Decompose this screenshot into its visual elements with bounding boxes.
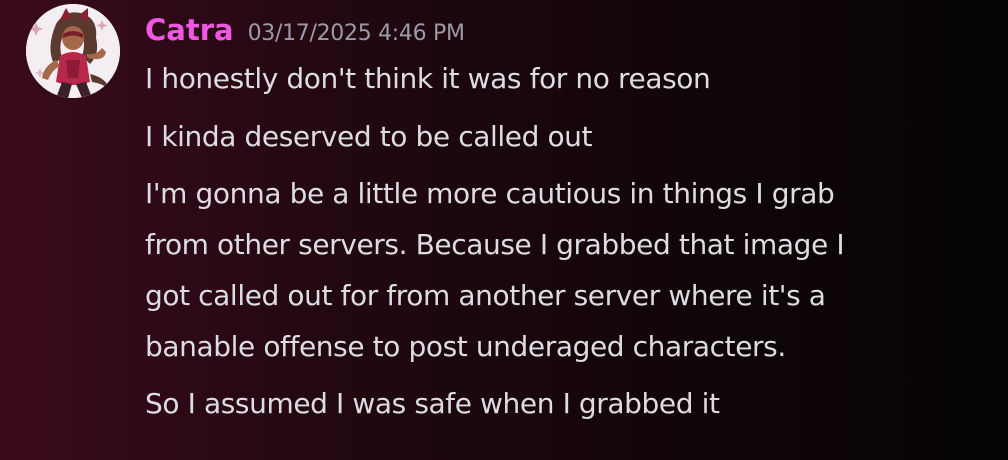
message-header: Catra 03/17/2025 4:46 PM (145, 10, 465, 50)
message-line: banable offense to post underaged charac… (145, 330, 786, 363)
message-line: So I assumed I was safe when I grabbed i… (145, 387, 720, 420)
avatar-illustration (26, 4, 120, 98)
message-timestamp: 03/17/2025 4:46 PM (247, 21, 465, 46)
message-line: I honestly don't think it was for no rea… (145, 62, 711, 95)
message-line: I kinda deserved to be called out (145, 120, 593, 153)
chat-message: Catra 03/17/2025 4:46 PM I honestly don't… (0, 0, 1008, 460)
message-line: from other servers. Because I grabbed th… (145, 228, 845, 261)
message-line: I'm gonna be a little more cautious in t… (145, 177, 835, 210)
author-username[interactable]: Catra (145, 13, 234, 47)
message-line: got called out for from another server w… (145, 279, 826, 312)
user-avatar[interactable] (26, 4, 120, 98)
